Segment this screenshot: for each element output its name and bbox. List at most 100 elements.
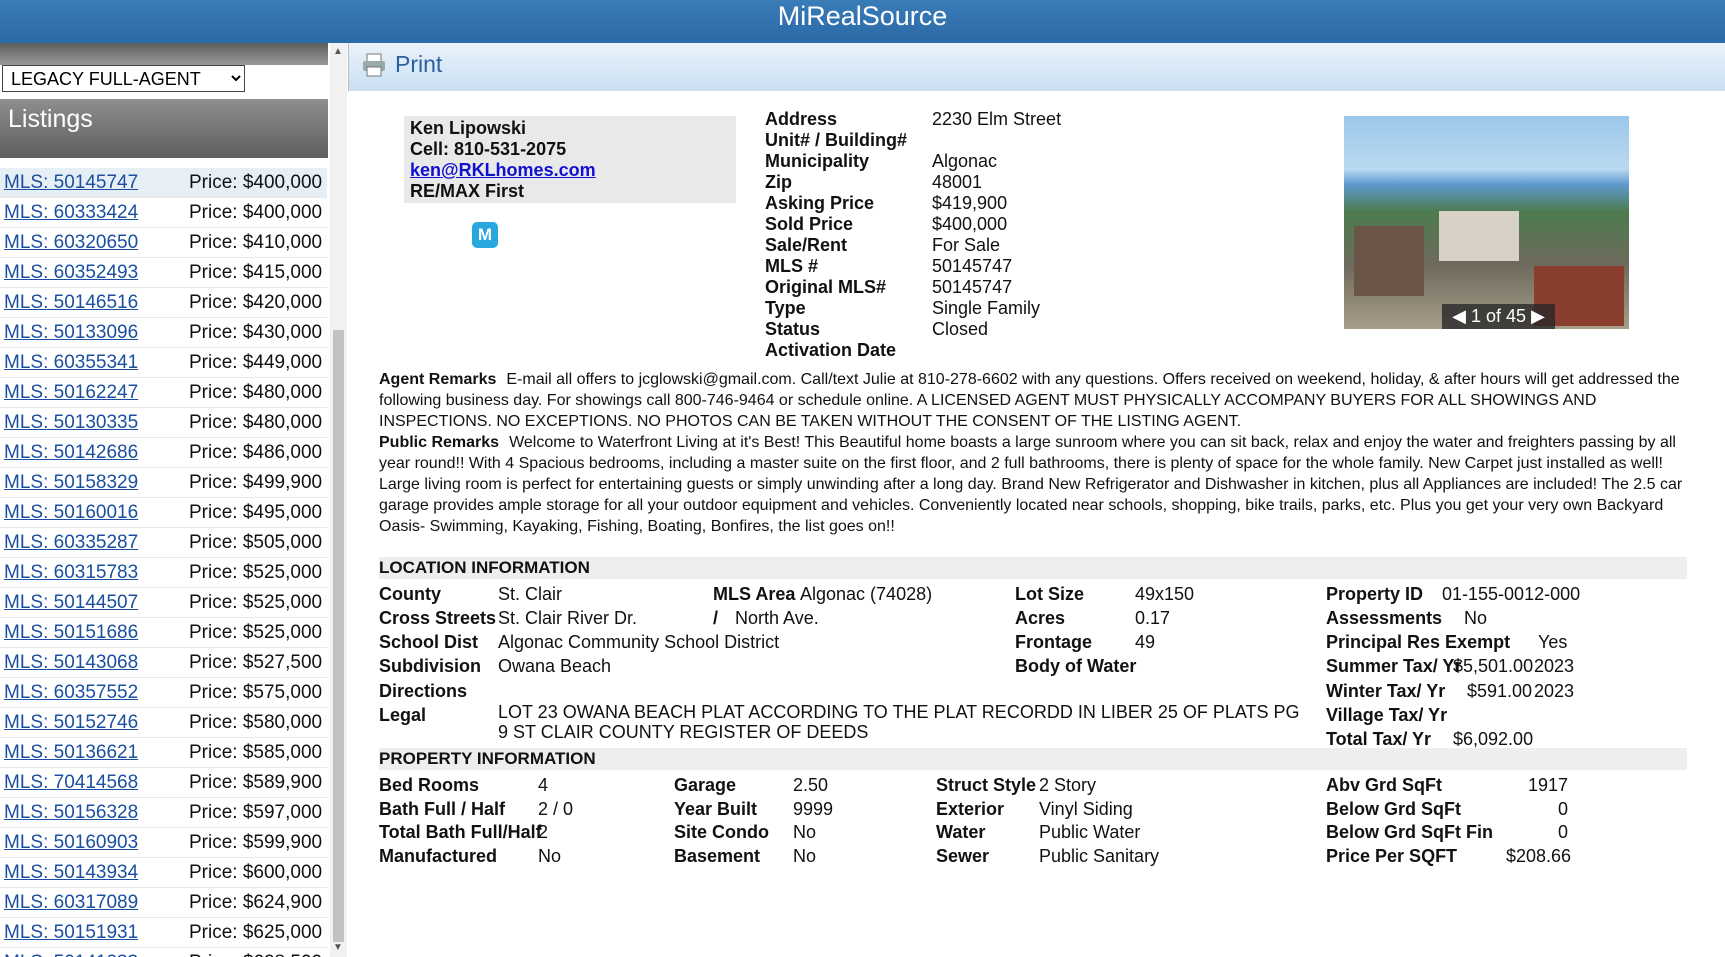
site-condo-label: Site Condo [674,822,769,842]
above-grade-value: 1917 [1528,775,1569,795]
list-item[interactable]: MLS: 50143068 Price: $527,500 [0,648,327,678]
listing-photo[interactable]: ◀ 1 of 45 ▶ [1344,116,1629,329]
agent-name: Ken Lipowski [410,118,527,138]
listing-price: Price: $599,900 [189,832,323,853]
sewer-value: Public Sanitary [1039,846,1160,866]
list-item[interactable]: MLS: 60355341 Price: $449,000 [0,348,327,378]
legal-value: LOT 23 OWANA BEACH PLAT ACCORDING TO THE… [498,702,1300,742]
list-item[interactable]: MLS: 50133096 Price: $430,000 [0,318,327,348]
subdivision-label: Subdivision [379,656,482,676]
mls-link[interactable]: MLS: 50158329 [0,468,189,497]
mls-link[interactable]: MLS: 60315783 [0,558,189,587]
m-logo-icon[interactable]: M [472,222,498,248]
list-item[interactable]: MLS: 60352493 Price: $415,000 [0,258,327,288]
list-item[interactable]: MLS: 70414568 Price: $589,900 [0,768,327,798]
mls-link[interactable]: MLS: 70414568 [0,768,189,797]
mls-link[interactable]: MLS: 50136621 [0,738,189,767]
mls-link[interactable]: MLS: 50160903 [0,828,189,857]
list-item[interactable]: MLS: 50145747 Price: $400,000 [0,168,327,198]
list-item[interactable]: MLS: 50156328 Price: $597,000 [0,798,327,828]
listing-price: Price: $430,000 [189,322,323,343]
print-toolbar: Print [348,43,1725,91]
mls-link[interactable]: MLS: 50151931 [0,918,189,947]
mls-link[interactable]: MLS: 50142686 [0,438,189,467]
scroll-down-icon[interactable]: ▼ [333,942,343,953]
mls-link[interactable]: MLS: 50156328 [0,798,189,827]
list-item[interactable]: MLS: 50152746 Price: $580,000 [0,708,327,738]
principal-res-value: Yes [1538,632,1568,652]
list-item[interactable]: MLS: 50142686 Price: $486,000 [0,438,327,468]
fact-value: Algonac [932,151,998,171]
scrollbar-thumb[interactable] [333,330,344,942]
sidebar-top-bar [0,43,328,65]
mls-link[interactable]: MLS: 60352493 [0,258,189,287]
mls-link[interactable]: MLS: 50144507 [0,588,189,617]
village-tax-label: Village Tax/ Yr [1326,705,1448,725]
view-select[interactable]: LEGACY FULL-AGENT [2,65,245,92]
fact-label: MLS # [765,256,819,276]
mls-link[interactable]: MLS: 50141233 [0,948,189,957]
list-item[interactable]: MLS: 50162247 Price: $480,000 [0,378,327,408]
mls-link[interactable]: MLS: 60335287 [0,528,189,557]
listing-price: Price: $480,000 [189,382,323,403]
bed-value: 4 [538,775,549,795]
list-item[interactable]: MLS: 60335287 Price: $505,000 [0,528,327,558]
mls-link[interactable]: MLS: 50162247 [0,378,189,407]
water-value: Public Water [1039,822,1141,842]
listing-price: Price: $499,900 [189,472,323,493]
scroll-up-icon[interactable]: ▲ [333,46,343,57]
mls-link[interactable]: MLS: 50152746 [0,708,189,737]
manufactured-label: Manufactured [379,846,498,866]
total-bath-value: 2 [538,822,549,842]
print-button[interactable]: Print [361,51,442,78]
mls-link[interactable]: MLS: 60357552 [0,678,189,707]
mls-link[interactable]: MLS: 60317089 [0,888,189,917]
fact-label: Municipality [765,151,870,171]
mls-link[interactable]: MLS: 50143934 [0,858,189,887]
list-item[interactable]: MLS: 50130335 Price: $480,000 [0,408,327,438]
list-item[interactable]: MLS: 50144507 Price: $525,000 [0,588,327,618]
list-item[interactable]: MLS: 50160016 Price: $495,000 [0,498,327,528]
list-item[interactable]: MLS: 50160903 Price: $599,900 [0,828,327,858]
cross-value: St. Clair River Dr. [498,608,638,628]
list-item[interactable]: MLS: 50141233Price: $628,500 [0,948,327,957]
list-item[interactable]: MLS: 60333424 Price: $400,000 [0,198,327,228]
winter-tax-year: 2023 [1534,681,1575,701]
mls-link[interactable]: MLS: 50143068 [0,648,189,677]
agent-cell: Cell: 810-531-2075 [410,139,567,159]
mls-link[interactable]: MLS: 50133096 [0,318,189,347]
listing-price: Price: $480,000 [189,412,323,433]
list-item[interactable]: MLS: 50158329 Price: $499,900 [0,468,327,498]
legal-label: Legal [379,705,427,725]
mls-link[interactable]: MLS: 60355341 [0,348,189,377]
mls-link[interactable]: MLS: 50146516 [0,288,189,317]
mls-link[interactable]: MLS: 60320650 [0,228,189,257]
garage-label: Garage [674,775,737,795]
list-item[interactable]: MLS: 60357552 Price: $575,000 [0,678,327,708]
list-item[interactable]: MLS: 50151686 Price: $525,000 [0,618,327,648]
location-grid: County St. Clair Cross Streets St. Clair… [379,581,1719,761]
fact-value: Closed [932,319,989,339]
prev-photo-icon[interactable]: ◀ [1452,306,1471,326]
list-item[interactable]: MLS: 60317089 Price: $624,900 [0,888,327,918]
listing-price: Price: $575,000 [189,682,323,703]
mls-link[interactable]: MLS: 50151686 [0,618,189,647]
listing-price: Price: $525,000 [189,592,323,613]
water-label: Water [936,822,986,842]
listing-price: Price: $589,900 [189,772,323,793]
list-item[interactable]: MLS: 60320650 Price: $410,000 [0,228,327,258]
list-item[interactable]: MLS: 60315783 Price: $525,000 [0,558,327,588]
list-item[interactable]: MLS: 50136621 Price: $585,000 [0,738,327,768]
list-item[interactable]: MLS: 50143934 Price: $600,000 [0,858,327,888]
summer-tax-value: $5,501.00 [1453,656,1534,676]
mls-link[interactable]: MLS: 50130335 [0,408,189,437]
mls-link[interactable]: MLS: 60333424 [0,198,189,227]
photo-counter[interactable]: ◀ 1 of 45 ▶ [1442,304,1555,329]
mls-link[interactable]: MLS: 50160016 [0,498,189,527]
next-photo-icon[interactable]: ▶ [1526,306,1545,326]
agent-email-link[interactable]: ken@RKLhomes.com [410,160,596,180]
list-item[interactable]: MLS: 50151931 Price: $625,000 [0,918,327,948]
mls-link[interactable]: MLS: 50145747 [0,168,189,197]
listing-detail: Ken Lipowski Cell: 810-531-2075 ken@RKLh… [348,91,1725,957]
list-item[interactable]: MLS: 50146516 Price: $420,000 [0,288,327,318]
